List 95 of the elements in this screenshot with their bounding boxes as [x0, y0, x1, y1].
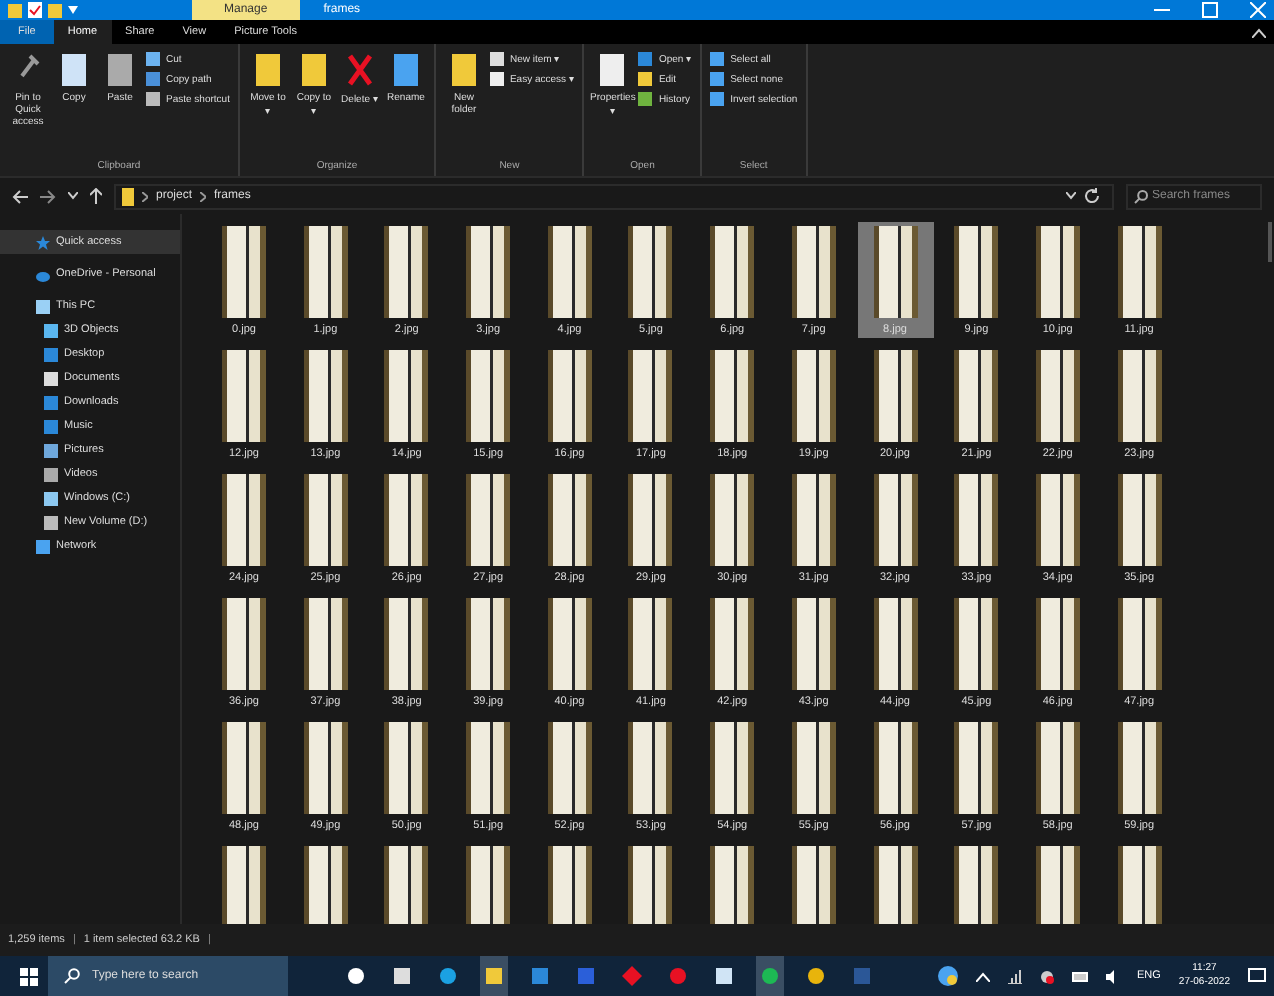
refresh-icon[interactable] — [1084, 188, 1100, 204]
photo-placeholder — [466, 474, 511, 566]
photo-placeholder — [384, 350, 429, 442]
photo-placeholder — [628, 226, 673, 318]
dropdown-icon[interactable] — [68, 192, 78, 200]
photo-placeholder — [1117, 474, 1162, 566]
photo-placeholder — [954, 350, 999, 442]
close-icon[interactable] — [1250, 2, 1266, 18]
photo-placeholder — [954, 722, 999, 814]
photo-placeholder — [222, 350, 266, 442]
photo-placeholder — [710, 474, 755, 566]
photo-placeholder — [384, 722, 429, 814]
photo-placeholder — [1117, 846, 1162, 924]
photo-placeholder — [222, 598, 266, 690]
maximize-icon[interactable] — [1202, 2, 1218, 18]
photo-placeholder — [791, 598, 836, 690]
photo-placeholder — [791, 846, 836, 924]
photo-placeholder — [1035, 226, 1080, 318]
search-icon — [1134, 189, 1148, 203]
photo-placeholder — [791, 474, 836, 566]
up-arrow-icon[interactable] — [90, 188, 102, 204]
photo-placeholder — [547, 598, 592, 690]
photo-placeholder — [710, 846, 755, 924]
photo-placeholder — [710, 350, 755, 442]
star-icon — [36, 235, 50, 249]
photo-placeholder — [954, 846, 999, 924]
windows-start-icon[interactable] — [20, 967, 38, 985]
photo-placeholder — [710, 722, 755, 814]
photo-placeholder — [384, 226, 429, 318]
photo-placeholder — [384, 474, 429, 566]
scrollbar[interactable] — [1268, 222, 1272, 262]
photo-placeholder — [303, 722, 348, 814]
photo-placeholder — [303, 474, 348, 566]
chevron-icon — [200, 191, 207, 201]
photo-placeholder — [547, 474, 592, 566]
cloud-icon — [36, 267, 50, 281]
photo-placeholder — [547, 722, 592, 814]
photo-placeholder — [710, 598, 755, 690]
notification-icon[interactable] — [1248, 967, 1266, 985]
photo-placeholder — [222, 846, 266, 924]
photo-placeholder — [628, 722, 673, 814]
photo-placeholder — [954, 474, 999, 566]
photo-placeholder — [1035, 350, 1080, 442]
photo-placeholder — [1117, 350, 1162, 442]
photo-placeholder — [954, 226, 999, 318]
photo-placeholder — [222, 226, 266, 318]
photo-placeholder — [1035, 722, 1080, 814]
battery-icon[interactable] — [1071, 971, 1087, 981]
photo-placeholder — [384, 846, 429, 924]
photo-placeholder — [466, 598, 511, 690]
photo-placeholder — [1117, 598, 1162, 690]
photo-placeholder — [628, 846, 673, 924]
photo-placeholder — [873, 350, 917, 442]
photo-placeholder — [1035, 474, 1080, 566]
photo-placeholder — [303, 598, 348, 690]
photo-placeholder — [1117, 722, 1162, 814]
speaker-icon[interactable] — [1105, 969, 1119, 983]
photo-placeholder — [873, 846, 917, 924]
photo-placeholder — [628, 474, 673, 566]
photo-placeholder — [710, 226, 755, 318]
photo-placeholder — [466, 846, 511, 924]
chevron-icon — [142, 191, 148, 201]
photo-placeholder — [628, 598, 673, 690]
photo-placeholder — [303, 846, 348, 924]
dropdown-icon[interactable] — [1066, 192, 1076, 200]
photo-placeholder — [547, 846, 592, 924]
app-tray-icon[interactable] — [1039, 969, 1053, 983]
photo-placeholder — [547, 350, 592, 442]
photo-placeholder — [222, 722, 266, 814]
collapse-ribbon-icon[interactable] — [1252, 27, 1266, 37]
photo-placeholder — [791, 226, 836, 318]
photo-placeholder — [873, 598, 917, 690]
photo-placeholder — [628, 350, 673, 442]
photo-placeholder — [791, 350, 836, 442]
photo-placeholder — [791, 722, 836, 814]
forward-arrow-icon[interactable] — [40, 189, 56, 203]
photo-placeholder — [384, 598, 429, 690]
photo-placeholder — [303, 350, 348, 442]
chevron-up-icon[interactable] — [975, 971, 989, 981]
photo-placeholder — [466, 226, 511, 318]
photo-placeholder — [873, 722, 917, 814]
search-icon — [64, 968, 80, 984]
photo-placeholder — [303, 226, 348, 318]
photo-placeholder — [547, 226, 592, 318]
photo-placeholder — [466, 350, 511, 442]
photo-placeholder — [873, 474, 917, 566]
back-arrow-icon[interactable] — [12, 189, 28, 203]
photo-placeholder — [1035, 846, 1080, 924]
photo-placeholder — [466, 722, 511, 814]
delete-icon — [345, 52, 374, 88]
photo-placeholder — [873, 226, 917, 318]
photo-placeholder — [954, 598, 999, 690]
photo-placeholder — [222, 474, 266, 566]
photo-placeholder — [1117, 226, 1162, 318]
photo-placeholder — [1035, 598, 1080, 690]
